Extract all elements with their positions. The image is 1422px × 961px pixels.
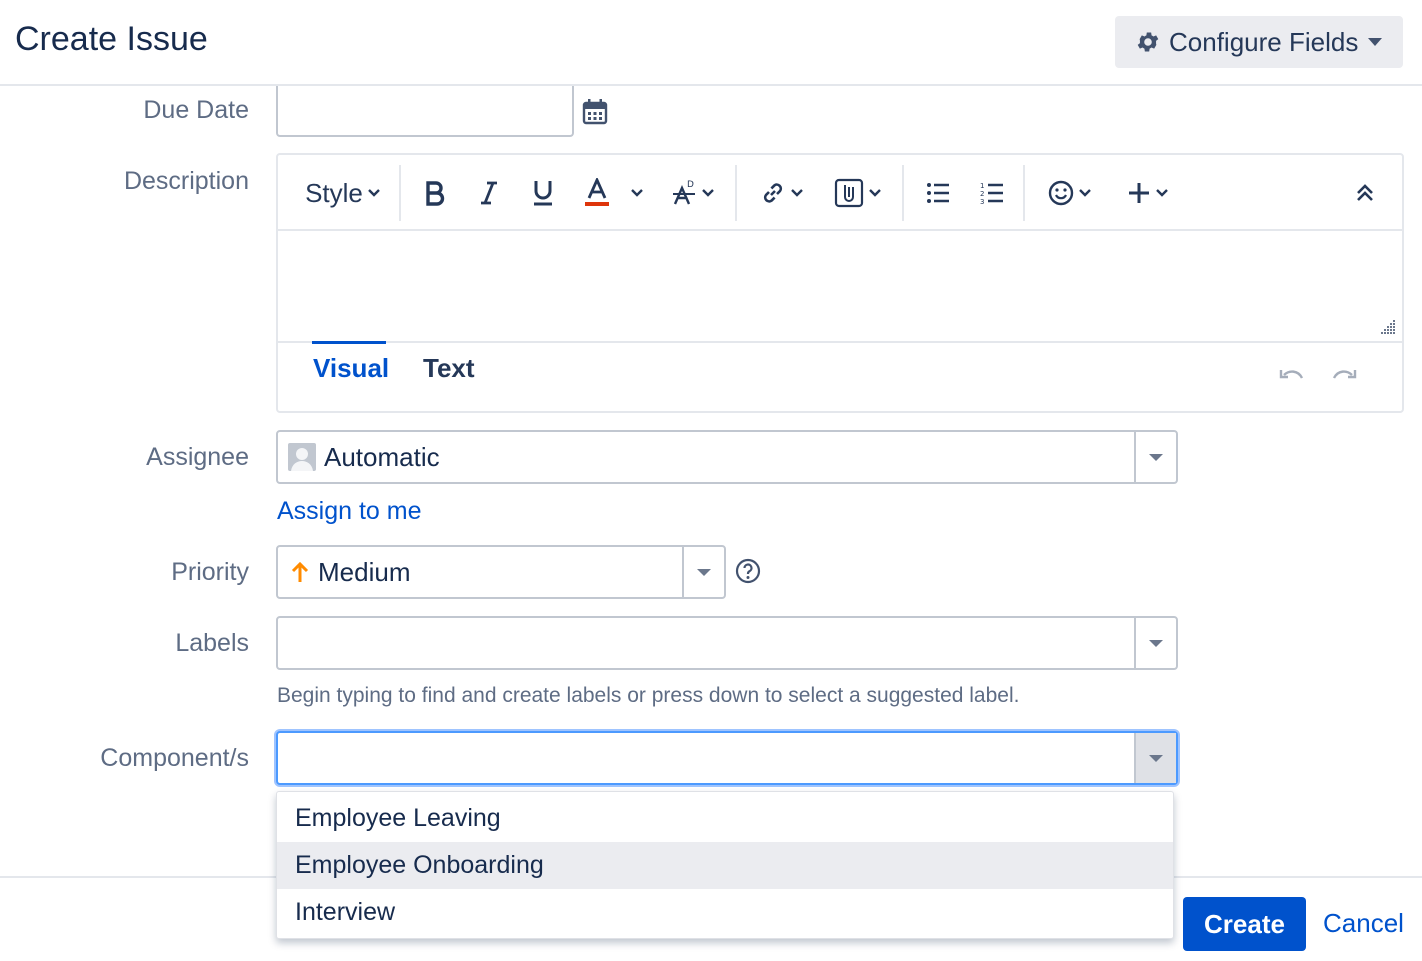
italic-button[interactable] [472, 155, 506, 231]
style-label: Style [305, 178, 363, 209]
chevron-down-icon [868, 188, 882, 198]
description-editor: Style D [276, 153, 1404, 413]
svg-text:1: 1 [980, 182, 984, 190]
chevron-down-icon [1368, 38, 1382, 46]
text-color-dropdown[interactable] [626, 155, 648, 231]
text-color-button[interactable] [580, 155, 614, 231]
assignee-label: Assignee [146, 443, 249, 472]
priority-dropdown-toggle[interactable] [682, 547, 724, 597]
collapse-toolbar-icon [1355, 183, 1375, 203]
components-input[interactable] [276, 731, 1178, 785]
due-date-input[interactable] [276, 86, 574, 137]
undo-icon[interactable] [1278, 367, 1306, 387]
chevron-down-icon [1149, 755, 1163, 762]
list-item[interactable]: Employee Onboarding [277, 842, 1173, 889]
chevron-down-icon [1149, 454, 1163, 461]
insert-more-icon [1127, 181, 1151, 205]
bold-button[interactable] [418, 155, 452, 231]
chevron-down-icon [1149, 640, 1163, 647]
underline-button[interactable] [526, 155, 560, 231]
italic-icon [478, 180, 500, 206]
assign-to-me-link[interactable]: Assign to me [277, 497, 422, 526]
active-tab-indicator [312, 341, 386, 344]
option-label: Interview [295, 898, 395, 927]
cancel-link[interactable]: Cancel [1323, 908, 1404, 939]
chevron-down-icon [1078, 188, 1092, 198]
svg-text:3: 3 [980, 198, 984, 205]
bullet-list-button[interactable] [921, 155, 955, 231]
option-label: Employee Leaving [295, 804, 501, 833]
components-dropdown-toggle[interactable] [1134, 733, 1176, 783]
priority-label: Priority [171, 558, 249, 587]
list-item[interactable]: Interview [277, 889, 1173, 936]
chevron-down-icon [701, 188, 715, 198]
text-format-button[interactable]: D [663, 155, 723, 231]
bullet-list-icon [926, 182, 950, 204]
collapse-toolbar-button[interactable] [1348, 155, 1382, 231]
chevron-down-icon [697, 569, 711, 576]
svg-text:D: D [687, 180, 694, 190]
tab-text[interactable]: Text [423, 353, 475, 384]
attachment-button[interactable] [830, 155, 886, 231]
redo-icon[interactable] [1330, 367, 1358, 387]
emoji-icon [1048, 180, 1074, 206]
resize-grip-icon[interactable] [1380, 319, 1396, 335]
chevron-down-icon [630, 188, 644, 198]
option-label: Employee Onboarding [295, 851, 544, 880]
style-dropdown[interactable]: Style [300, 155, 386, 231]
due-date-label: Due Date [143, 96, 249, 125]
priority-value: Medium [318, 557, 410, 588]
assignee-dropdown-toggle[interactable] [1134, 432, 1176, 482]
gear-icon [1135, 29, 1161, 55]
bold-icon [424, 180, 446, 206]
attachment-icon [834, 178, 864, 208]
create-button[interactable]: Create [1183, 897, 1306, 951]
labels-label: Labels [175, 629, 249, 658]
svg-text:2: 2 [980, 190, 984, 198]
labels-help-text: Begin typing to find and create labels o… [277, 684, 1019, 708]
editor-mode-tabs: Visual Text [278, 341, 1402, 413]
insert-more-button[interactable] [1120, 155, 1176, 231]
priority-select[interactable]: Medium [276, 545, 726, 599]
configure-fields-label: Configure Fields [1169, 27, 1358, 58]
numbered-list-icon: 123 [980, 181, 1004, 205]
labels-dropdown-toggle[interactable] [1134, 618, 1176, 668]
arrow-up-icon [290, 560, 310, 584]
assignee-value: Automatic [324, 442, 440, 473]
editor-toolbar: Style D [278, 155, 1402, 231]
labels-input[interactable] [276, 616, 1178, 670]
components-suggestions: Employee Leaving Employee Onboarding Int… [276, 791, 1174, 939]
numbered-list-button[interactable]: 123 [975, 155, 1009, 231]
list-item[interactable]: Employee Leaving [277, 795, 1173, 842]
chevron-down-icon [790, 188, 804, 198]
emoji-button[interactable] [1042, 155, 1098, 231]
chevron-down-icon [367, 188, 381, 198]
underline-icon [531, 179, 555, 207]
text-color-icon [584, 178, 610, 208]
components-label: Component/s [100, 744, 249, 773]
help-icon[interactable] [735, 558, 761, 584]
link-button[interactable] [754, 155, 810, 231]
calendar-icon[interactable] [582, 98, 608, 126]
link-icon [760, 180, 786, 206]
avatar [288, 443, 316, 471]
dialog-title: Create Issue [15, 20, 208, 59]
configure-fields-button[interactable]: Configure Fields [1115, 16, 1403, 68]
tab-visual[interactable]: Visual [313, 353, 389, 384]
assignee-select[interactable]: Automatic [276, 430, 1178, 484]
chevron-down-icon [1155, 188, 1169, 198]
description-textarea[interactable] [278, 231, 1402, 341]
text-format-icon: D [671, 178, 697, 208]
description-label: Description [124, 167, 249, 196]
dialog-header: Create Issue Configure Fields [0, 0, 1422, 86]
